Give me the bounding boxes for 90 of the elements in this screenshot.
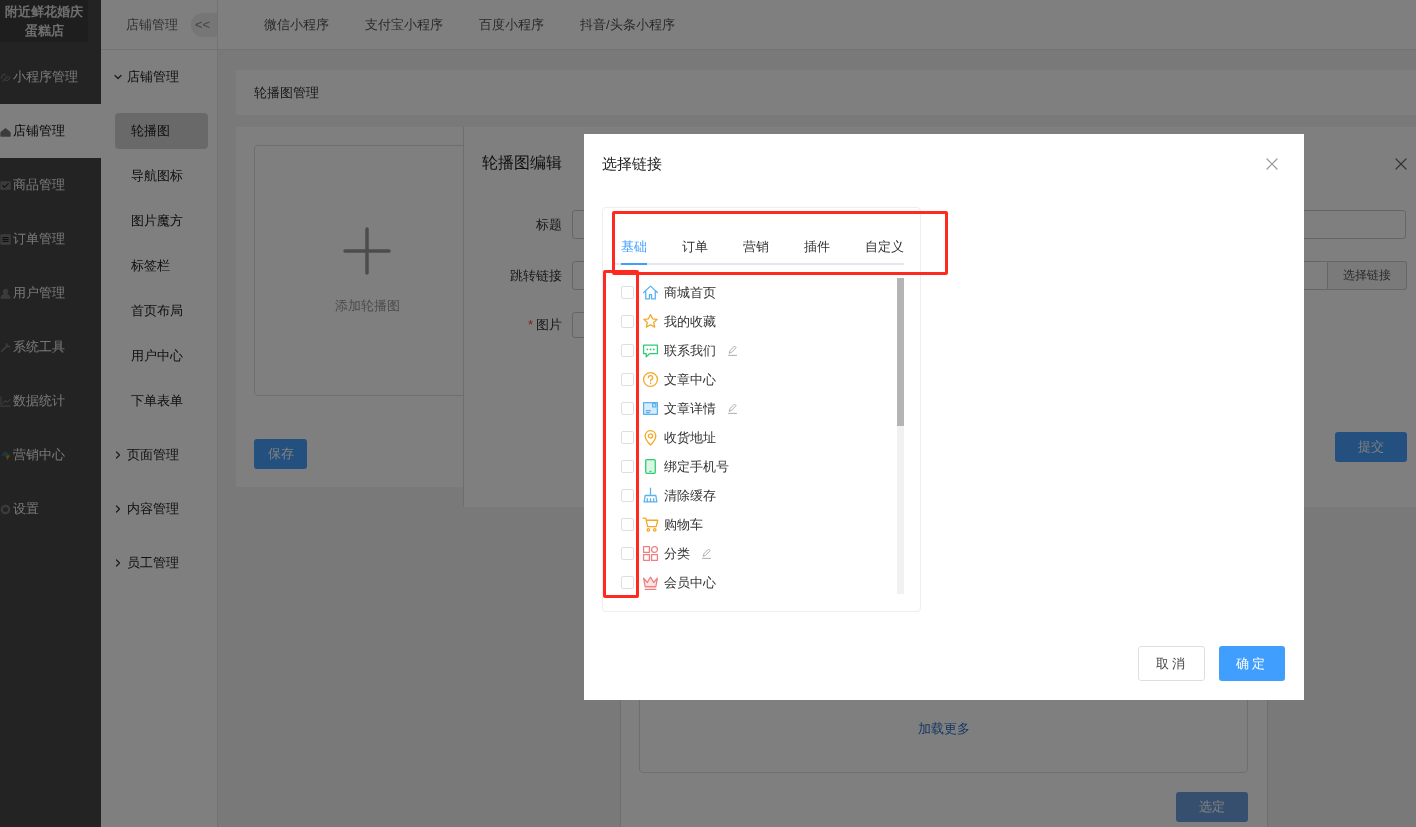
house-icon	[0, 125, 11, 137]
tab[interactable]: 营销	[743, 238, 769, 265]
close-icon	[1266, 158, 1278, 170]
chat-icon	[642, 342, 659, 359]
load-more-link[interactable]: 加载更多	[917, 720, 970, 738]
checkbox[interactable]	[621, 315, 634, 328]
submenu-item[interactable]: 下单表单	[115, 383, 208, 419]
checkbox[interactable]	[621, 489, 634, 502]
link-option[interactable]: 文章中心	[664, 370, 716, 389]
chevron-right-icon	[113, 558, 123, 568]
chevron-right-icon	[113, 450, 123, 460]
article-icon	[642, 400, 659, 417]
phone-icon	[642, 458, 659, 475]
star-icon	[642, 313, 659, 330]
chevron-right-icon	[113, 504, 123, 514]
platform-tab[interactable]: 抖音/头条小程序	[580, 15, 675, 34]
sidebar-item[interactable]: 系统工具	[0, 320, 101, 374]
pencil-icon[interactable]	[700, 547, 713, 560]
field-label: 跳转链接	[510, 267, 562, 283]
tab[interactable]: 插件	[804, 238, 830, 265]
checkbox[interactable]	[621, 460, 634, 473]
dialog-title: 选择链接	[602, 154, 662, 174]
store-name: 附近鲜花婚庆蛋糕店	[0, 0, 88, 42]
submenu-item[interactable]: 图片魔方	[115, 203, 208, 239]
checkbox[interactable]	[621, 576, 634, 589]
close-icon	[1395, 157, 1407, 170]
ok-button[interactable]: 确定	[1219, 646, 1285, 681]
select-link-button[interactable]: 选择链接	[1328, 261, 1407, 290]
grid-icon	[642, 545, 659, 562]
pie-icon	[0, 449, 11, 461]
link-option[interactable]: 我的收藏	[664, 312, 716, 331]
link-option[interactable]: 购物车	[664, 515, 703, 534]
checkbox[interactable]	[621, 547, 634, 560]
submenu-item[interactable]: 导航图标	[115, 158, 208, 194]
house-icon	[642, 284, 659, 301]
submenu-group[interactable]: 员工管理	[101, 536, 217, 590]
link-option[interactable]: 会员中心	[664, 573, 716, 592]
link-option[interactable]: 分类	[664, 544, 690, 563]
link-option[interactable]: 联系我们	[664, 341, 716, 360]
tab[interactable]: 自定义	[865, 238, 904, 265]
link-option[interactable]: 清除缓存	[664, 486, 716, 505]
scrollbar[interactable]	[897, 278, 904, 426]
submenu-group[interactable]: 内容管理	[101, 482, 217, 536]
cart-icon	[642, 516, 659, 533]
field-label: 标题	[536, 216, 562, 232]
link-option[interactable]: 收货地址	[664, 428, 716, 447]
pencil-icon[interactable]	[726, 344, 739, 357]
checkbox-icon	[0, 179, 11, 191]
submenu-group[interactable]: 页面管理	[101, 428, 217, 482]
submenu-title: 店铺管理	[126, 15, 178, 34]
dialog-title: 轮播图编辑	[482, 153, 562, 173]
sidebar-item[interactable]: 用户管理	[0, 266, 101, 320]
list-icon	[0, 233, 11, 245]
platform-tab[interactable]: 百度小程序	[479, 15, 544, 34]
broom-icon	[642, 487, 659, 504]
required-mark: *	[527, 317, 533, 332]
plus-icon	[343, 226, 391, 275]
checkbox[interactable]	[621, 344, 634, 357]
submenu-item[interactable]: 首页布局	[115, 293, 208, 329]
checkbox[interactable]	[621, 373, 634, 386]
platform-tab[interactable]: 微信小程序	[264, 15, 329, 34]
cancel-button[interactable]: 取消	[1138, 646, 1205, 681]
sidebar-item[interactable]: 店铺管理	[0, 104, 101, 158]
checkbox[interactable]	[621, 431, 634, 444]
pencil-icon[interactable]	[726, 402, 739, 415]
tab[interactable]: 基础	[621, 238, 647, 265]
platform-tab[interactable]: 支付宝小程序	[365, 15, 443, 34]
wrench-icon	[0, 341, 11, 353]
tab[interactable]: 订单	[682, 238, 708, 265]
checkbox[interactable]	[621, 518, 634, 531]
page-title: 轮播图管理	[254, 83, 319, 102]
sidebar-item[interactable]: 数据统计	[0, 374, 101, 428]
location-pin-icon	[642, 429, 659, 446]
checkbox[interactable]	[621, 402, 634, 415]
sidebar-item[interactable]: 小程序管理	[0, 50, 101, 104]
sidebar-item[interactable]: 设置	[0, 482, 101, 536]
chevron-down-icon	[113, 72, 123, 82]
link-option[interactable]: 文章详情	[664, 399, 716, 418]
submenu-item[interactable]: 轮播图	[115, 113, 208, 149]
user-icon	[0, 287, 11, 299]
checkbox[interactable]	[621, 286, 634, 299]
question-icon	[642, 371, 659, 388]
link-option[interactable]: 绑定手机号	[664, 457, 729, 476]
field-label: 图片	[536, 317, 562, 332]
submenu-item[interactable]: 用户中心	[115, 338, 208, 374]
crown-icon	[642, 574, 659, 591]
submenu-group[interactable]: 店铺管理	[101, 50, 217, 104]
sidebar-item[interactable]: 营销中心	[0, 428, 101, 482]
link-option[interactable]: 商城首页	[664, 283, 716, 302]
submenu-item[interactable]: 标签栏	[115, 248, 208, 284]
